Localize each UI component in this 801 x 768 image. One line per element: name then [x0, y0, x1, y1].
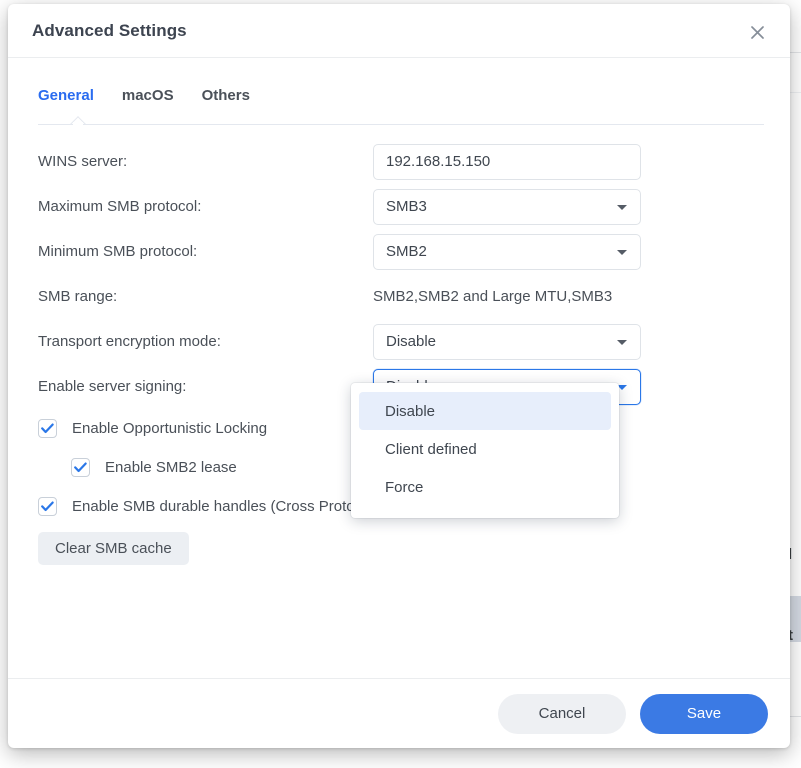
dropdown-option-disable[interactable]: Disable: [359, 392, 611, 430]
dialog-title: Advanced Settings: [32, 20, 187, 40]
checkbox-enable-opportunistic-locking[interactable]: [38, 419, 57, 438]
enable-server-signing-dropdown-menu: Disable Client defined Force: [351, 383, 619, 518]
dialog-titlebar: Advanced Settings: [8, 4, 790, 58]
transport-encryption-mode-value: Disable: [386, 333, 437, 350]
save-button[interactable]: Save: [640, 693, 768, 734]
label-transport-encryption-mode: Transport encryption mode:: [38, 333, 221, 350]
advanced-settings-dialog: Advanced Settings General macOS Others W…: [8, 4, 790, 748]
tab-bar: General macOS Others: [8, 58, 790, 125]
smb-range-value: SMB2,SMB2 and Large MTU,SMB3: [373, 288, 613, 305]
clear-smb-cache-button[interactable]: Clear SMB cache: [38, 532, 189, 565]
chevron-down-icon: [617, 339, 627, 345]
maximum-smb-protocol-select[interactable]: SMB3: [373, 188, 641, 225]
row-transport-encryption-mode: Transport encryption mode: Disable: [38, 319, 764, 364]
chevron-down-icon: [617, 249, 627, 255]
row-wins-server: WINS server: 192.168.15.150: [38, 139, 764, 184]
row-maximum-smb-protocol: Maximum SMB protocol: SMB3: [38, 184, 764, 229]
dropdown-option-force[interactable]: Force: [359, 468, 611, 506]
minimum-smb-protocol-select[interactable]: SMB2: [373, 233, 641, 270]
close-icon[interactable]: [742, 17, 772, 47]
tab-divider: [38, 116, 764, 125]
active-tab-notch: [69, 116, 87, 125]
check-icon: [74, 462, 87, 473]
checkbox-label: Enable Opportunistic Locking: [72, 420, 268, 437]
chevron-down-icon: [617, 204, 627, 210]
cancel-button[interactable]: Cancel: [498, 693, 626, 734]
label-wins-server: WINS server:: [38, 153, 128, 170]
tab-others[interactable]: Others: [202, 87, 250, 108]
tab-macos[interactable]: macOS: [122, 87, 174, 108]
check-icon: [41, 501, 54, 512]
tab-general[interactable]: General: [38, 87, 94, 108]
row-minimum-smb-protocol: Minimum SMB protocol: SMB2: [38, 229, 764, 274]
label-enable-server-signing: Enable server signing:: [38, 378, 187, 395]
checkbox-enable-smb-durable-handles[interactable]: [38, 497, 57, 516]
transport-encryption-mode-select[interactable]: Disable: [373, 323, 641, 360]
dialog-body: WINS server: 192.168.15.150 Maximum SMB …: [8, 125, 790, 678]
wins-server-input[interactable]: 192.168.15.150: [373, 143, 641, 180]
dialog-footer: Cancel Save: [8, 678, 790, 748]
dropdown-option-client-defined[interactable]: Client defined: [359, 430, 611, 468]
label-minimum-smb-protocol: Minimum SMB protocol:: [38, 243, 198, 260]
checkbox-enable-smb2-lease[interactable]: [71, 458, 90, 477]
minimum-smb-protocol-value: SMB2: [386, 243, 427, 260]
label-maximum-smb-protocol: Maximum SMB protocol:: [38, 198, 202, 215]
label-smb-range: SMB range:: [38, 288, 118, 305]
check-icon: [41, 423, 54, 434]
row-smb-range: SMB range: SMB2,SMB2 and Large MTU,SMB3: [38, 274, 764, 319]
maximum-smb-protocol-value: SMB3: [386, 198, 427, 215]
checkbox-label: Enable SMB2 lease: [105, 459, 237, 476]
